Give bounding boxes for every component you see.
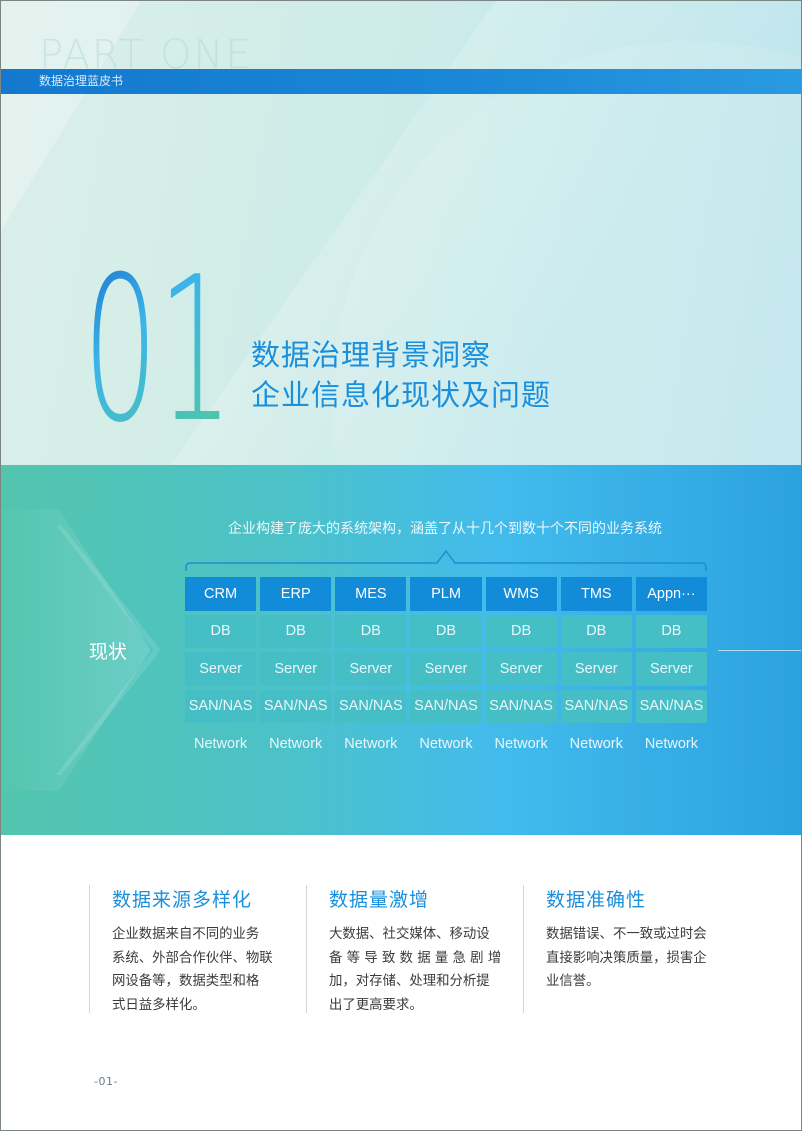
grid-cell-server: Server	[635, 652, 707, 686]
issue-card: 数据来源多样化企业数据来自不同的业务 系统、外部合作伙伴、物联 网设备等，数据类型和…	[89, 885, 294, 1013]
grid-cell-db: DB	[185, 614, 257, 648]
issue-description: 企业数据来自不同的业务 系统、外部合作伙伴、物联 网设备等，数据类型和格 式日益多样化…	[112, 923, 294, 1017]
issue-description-line: 大数据、社交媒体、移动设	[329, 927, 490, 942]
system-architecture-grid: CRM ERP MES PLM WMS TMS Appn··· DB DB DB DB DB DB DB S…	[185, 577, 707, 765]
issue-description-line: 加，对存储、处理和分析提	[329, 974, 490, 989]
grid-cell-network: Network	[269, 735, 323, 752]
grid-cell-network: Network	[494, 735, 548, 752]
layer-row-server: Server Server Server Server Server Server Serv…	[185, 652, 707, 686]
issue-title: 数据量激增	[329, 889, 430, 911]
grid-cell-network: Network	[644, 735, 698, 752]
grid-cell-server: Server	[185, 652, 257, 686]
grid-cell-app: PLM	[410, 577, 482, 611]
grid-cell-db: DB	[485, 614, 557, 648]
layer-row-app: CRM ERP MES PLM WMS TMS Appn···	[185, 577, 707, 611]
page: PART ONE 数据治理蓝皮书 01 数据治理背景洞察 企业信息化现状及问题	[0, 0, 802, 1131]
issue-description: 大数据、社交媒体、移动设备 等 导 致 数 据 量 急 剧 增加，对存储、处理和…	[329, 923, 511, 1017]
issue-card: 数据量激增大数据、社交媒体、移动设备 等 导 致 数 据 量 急 剧 增加，对存…	[306, 885, 511, 1013]
grid-cell-server: Server	[335, 652, 407, 686]
grid-cell-db: DB	[260, 614, 332, 648]
chapter-title-line-2: 企业信息化现状及问题	[251, 378, 552, 412]
hero-section: PART ONE 数据治理蓝皮书 01 数据治理背景洞察 企业信息化现状及问题	[1, 1, 801, 465]
grid-cell-network: Network	[419, 735, 473, 752]
grid-cell-server: Server	[485, 652, 557, 686]
grid-cell-app: Appn···	[635, 577, 707, 611]
grid-cell-san: SAN/NAS	[185, 689, 257, 723]
chapter-number: 01	[83, 249, 233, 429]
grid-cell-san: SAN/NAS	[335, 689, 407, 723]
grid-cell-server: Server	[260, 652, 332, 686]
issue-description-line: 式日益多样化。	[112, 997, 206, 1013]
layer-row-san: SAN/NAS SAN/NAS SAN/NAS SAN/NAS SAN/NAS SAN/N…	[185, 689, 707, 723]
page-number: -01-	[94, 1075, 118, 1088]
grid-cell-server: Server	[410, 652, 482, 686]
issue-title: 数据准确性	[546, 889, 647, 911]
issue-description: 数据错误、不一致或过时会 直接影响决策质量，损害企 业信誉。	[546, 923, 728, 994]
grid-cell-san: SAN/NAS	[485, 689, 557, 723]
layer-row-db: DB DB DB DB DB DB DB	[185, 614, 707, 648]
grid-cell-network: Network	[344, 735, 398, 752]
chapter-title-line-1: 数据治理背景洞察	[251, 338, 492, 372]
grid-cell-network: Network	[569, 735, 623, 752]
grid-cell-app: ERP	[260, 577, 332, 611]
grid-cell-db: DB	[635, 614, 707, 648]
issue-title: 数据来源多样化	[112, 889, 253, 911]
issue-description-line: 数据错误、不一致或过时会	[546, 927, 707, 942]
grid-cell-san: SAN/NAS	[560, 689, 632, 723]
grid-cell-db: DB	[410, 614, 482, 648]
chapter-title: 数据治理背景洞察 企业信息化现状及问题	[251, 335, 551, 415]
issue-description-line: 网设备等，数据类型和格	[112, 974, 260, 989]
issue-description-line: 业信誉。	[546, 974, 600, 989]
header-bar: 数据治理蓝皮书	[1, 69, 801, 94]
divider-line	[718, 650, 801, 651]
grid-cell-app: TMS	[560, 577, 632, 611]
grid-cell-db: DB	[560, 614, 632, 648]
issue-description-line: 出了更高要求。	[329, 997, 423, 1013]
grid-cell-app: WMS	[485, 577, 557, 611]
grid-cell-db: DB	[335, 614, 407, 648]
layer-row-network: Network Network Network Network Network Netwo…	[185, 727, 707, 761]
grid-cell-san: SAN/NAS	[260, 689, 332, 723]
architecture-caption: 企业构建了庞大的系统架构，涵盖了从十几个到数十个不同的业务系统	[228, 521, 662, 537]
grid-cell-app: CRM	[185, 577, 257, 611]
issue-description-line: 备 等 导 致 数 据 量 急 剧 增	[329, 950, 502, 966]
document-title: 数据治理蓝皮书	[39, 74, 124, 88]
grid-cell-san: SAN/NAS	[410, 689, 482, 723]
status-label: 现状	[89, 641, 128, 663]
chapter-number-text: 01	[83, 249, 233, 429]
status-panel: 现状 企业构建了庞大的系统架构，涵盖了从十几个到数十个不同的业务系统 CRM ER…	[1, 465, 801, 835]
grid-cell-san: SAN/NAS	[635, 689, 707, 723]
grid-cell-app: MES	[335, 577, 407, 611]
grid-cell-server: Server	[560, 652, 632, 686]
grid-cell-network: Network	[193, 735, 248, 752]
issue-description-line: 企业数据来自不同的业务	[112, 927, 260, 942]
issue-description-line: 系统、外部合作伙伴、物联	[112, 950, 273, 966]
chevron-arrow-icon	[1, 509, 151, 791]
issue-description-line: 直接影响决策质量，损害企	[546, 950, 707, 966]
issue-card: 数据准确性数据错误、不一致或过时会 直接影响决策质量，损害企 业信誉。	[523, 885, 728, 1013]
brace-icon	[185, 549, 707, 571]
